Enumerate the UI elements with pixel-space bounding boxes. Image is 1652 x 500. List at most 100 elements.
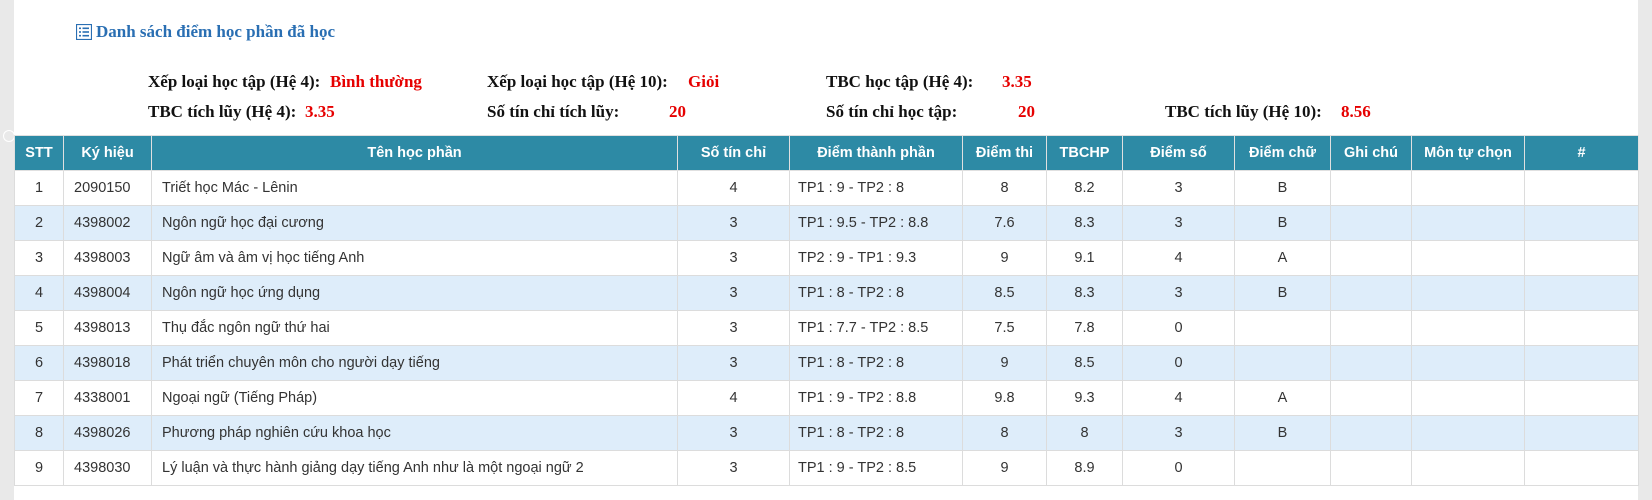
summary-xep-loai-he10: Xếp loại học tập (Hệ 10): Giỏi xyxy=(487,72,719,92)
cell-stt: 4 xyxy=(14,275,64,311)
table-body: 1 2090150 Triết học Mác - Lênin 4 TP1 : 9 - … xyxy=(14,170,1639,486)
cell-ten-hoc-phan: Ngoại ngữ (Tiếng Pháp) xyxy=(151,380,678,416)
cell-ky-hieu: 2090150 xyxy=(63,170,152,206)
cell-ghi-chu xyxy=(1330,275,1412,311)
cell-diem-thanh-phan: TP1 : 9.5 - TP2 : 8.8 xyxy=(789,205,963,241)
cell-mon-tu-chon xyxy=(1411,205,1525,241)
cell-ky-hieu: 4398018 xyxy=(63,345,152,381)
summary-value: Bình thường xyxy=(330,72,422,91)
summary-value: 20 xyxy=(669,102,686,121)
cell-hash xyxy=(1524,205,1639,241)
cell-stt: 6 xyxy=(14,345,64,381)
cell-tbchp: 8 xyxy=(1046,415,1123,451)
cell-diem-chu: B xyxy=(1234,415,1331,451)
cell-ten-hoc-phan: Ngữ âm và âm vị học tiếng Anh xyxy=(151,240,678,276)
cell-stt: 2 xyxy=(14,205,64,241)
summary-label: Xếp loại học tập (Hệ 10): xyxy=(487,72,668,91)
table-row[interactable]: 3 4398003 Ngữ âm và âm vị học tiếng Anh 3 TP… xyxy=(14,240,1639,276)
header-col-ghi-chu: Ghi chú xyxy=(1330,135,1412,171)
cell-ghi-chu xyxy=(1330,170,1412,206)
summary-label: Xếp loại học tập (Hệ 4): xyxy=(148,72,321,91)
cell-so-tin-chi: 3 xyxy=(677,240,790,276)
cell-diem-thi: 9 xyxy=(962,240,1047,276)
cell-ky-hieu: 4398026 xyxy=(63,415,152,451)
table-row[interactable]: 4 4398004 Ngôn ngữ học ứng dụng 3 TP1 : 8 - … xyxy=(14,275,1639,311)
header-col-ten-hoc-phan: Tên học phần xyxy=(151,135,678,171)
cell-diem-so: 0 xyxy=(1122,310,1235,346)
cell-mon-tu-chon xyxy=(1411,170,1525,206)
table-row[interactable]: 6 4398018 Phát triển chuyên môn cho người … xyxy=(14,345,1639,381)
cell-ghi-chu xyxy=(1330,240,1412,276)
cell-so-tin-chi: 3 xyxy=(677,275,790,311)
summary-so-tin-chi-tich-luy: Số tín chỉ tích lũy: 20 xyxy=(487,102,686,122)
cell-tbchp: 8.3 xyxy=(1046,275,1123,311)
cell-so-tin-chi: 3 xyxy=(677,450,790,486)
page-title: Danh sách điểm học phần đã học xyxy=(75,22,336,42)
cell-stt: 8 xyxy=(14,415,64,451)
cell-tbchp: 8.3 xyxy=(1046,205,1123,241)
cell-diem-chu xyxy=(1234,345,1331,381)
cell-mon-tu-chon xyxy=(1411,380,1525,416)
table-row[interactable]: 8 4398026 Phương pháp nghiên cứu khoa học 3… xyxy=(14,415,1639,451)
cell-mon-tu-chon xyxy=(1411,310,1525,346)
cell-hash xyxy=(1524,415,1639,451)
cell-diem-thi: 9 xyxy=(962,450,1047,486)
cell-diem-thanh-phan: TP1 : 9 - TP2 : 8.8 xyxy=(789,380,963,416)
cell-ghi-chu xyxy=(1330,205,1412,241)
table-row[interactable]: 2 4398002 Ngôn ngữ học đại cương 3 TP1 : 9.5… xyxy=(14,205,1639,241)
cell-diem-thanh-phan: TP1 : 8 - TP2 : 8 xyxy=(789,415,963,451)
table-row[interactable]: 9 4398030 Lý luận và thực hành giảng dạy t… xyxy=(14,450,1639,486)
summary-label: TBC tích lũy (Hệ 4): xyxy=(148,102,297,121)
cell-ghi-chu xyxy=(1330,310,1412,346)
summary-tbc-hoc-tap-he4: TBC học tập (Hệ 4): 3.35 xyxy=(826,72,1032,92)
cell-diem-so: 3 xyxy=(1122,415,1235,451)
cell-ky-hieu: 4398004 xyxy=(63,275,152,311)
cell-diem-thanh-phan: TP1 : 8 - TP2 : 8 xyxy=(789,345,963,381)
cell-stt: 7 xyxy=(14,380,64,416)
cell-tbchp: 8.2 xyxy=(1046,170,1123,206)
cell-diem-chu: A xyxy=(1234,380,1331,416)
summary-value: 3.35 xyxy=(305,102,335,121)
summary-tbc-tich-luy-he10: TBC tích lũy (Hệ 10): 8.56 xyxy=(1165,102,1371,122)
summary-label: TBC tích lũy (Hệ 10): xyxy=(1165,102,1322,121)
cell-so-tin-chi: 3 xyxy=(677,205,790,241)
cell-ghi-chu xyxy=(1330,345,1412,381)
table-row[interactable]: 1 2090150 Triết học Mác - Lênin 4 TP1 : 9 - … xyxy=(14,170,1639,206)
header-col-so-tin-chi: Số tín chỉ xyxy=(677,135,790,171)
cell-diem-thi: 7.5 xyxy=(962,310,1047,346)
page-title-text: Danh sách điểm học phần đã học xyxy=(96,22,336,41)
cell-diem-so: 4 xyxy=(1122,380,1235,416)
summary-so-tin-chi-hoc-tap: Số tín chỉ học tập: 20 xyxy=(826,102,1035,122)
cell-so-tin-chi: 3 xyxy=(677,345,790,381)
table-row[interactable]: 7 4338001 Ngoại ngữ (Tiếng Pháp) 4 TP1 : 9 -… xyxy=(14,380,1639,416)
cell-hash xyxy=(1524,310,1639,346)
cell-diem-chu xyxy=(1234,450,1331,486)
cell-tbchp: 9.1 xyxy=(1046,240,1123,276)
cell-diem-chu: B xyxy=(1234,275,1331,311)
cell-ky-hieu: 4398002 xyxy=(63,205,152,241)
cell-diem-thanh-phan: TP2 : 9 - TP1 : 9.3 xyxy=(789,240,963,276)
cell-so-tin-chi: 4 xyxy=(677,380,790,416)
grades-panel: Danh sách điểm học phần đã học Xếp loại … xyxy=(14,0,1639,500)
cell-diem-thi: 9 xyxy=(962,345,1047,381)
cell-hash xyxy=(1524,345,1639,381)
cell-ky-hieu: 4338001 xyxy=(63,380,152,416)
cell-hash xyxy=(1524,450,1639,486)
summary-tbc-tich-luy-he4: TBC tích lũy (Hệ 4): 3.35 xyxy=(148,102,335,122)
table-row[interactable]: 5 4398013 Thụ đắc ngôn ngữ thứ hai 3 TP1 : 7… xyxy=(14,310,1639,346)
summary-value: 3.35 xyxy=(1002,72,1032,91)
cell-hash xyxy=(1524,275,1639,311)
cell-diem-thi: 9.8 xyxy=(962,380,1047,416)
summary-block: Xếp loại học tập (Hệ 4): Bình thường Xếp… xyxy=(14,72,1638,132)
cell-ten-hoc-phan: Phương pháp nghiên cứu khoa học xyxy=(151,415,678,451)
cell-mon-tu-chon xyxy=(1411,450,1525,486)
cell-ghi-chu xyxy=(1330,415,1412,451)
cell-ten-hoc-phan: Triết học Mác - Lênin xyxy=(151,170,678,206)
cell-ten-hoc-phan: Thụ đắc ngôn ngữ thứ hai xyxy=(151,310,678,346)
cell-diem-thanh-phan: TP1 : 8 - TP2 : 8 xyxy=(789,275,963,311)
grades-table: STT Ký hiệu Tên học phần Số tín chỉ Điểm thà… xyxy=(14,135,1639,486)
cell-ten-hoc-phan: Ngôn ngữ học ứng dụng xyxy=(151,275,678,311)
cell-diem-so: 4 xyxy=(1122,240,1235,276)
header-col-stt: STT xyxy=(14,135,64,171)
header-col-tbchp: TBCHP xyxy=(1046,135,1123,171)
